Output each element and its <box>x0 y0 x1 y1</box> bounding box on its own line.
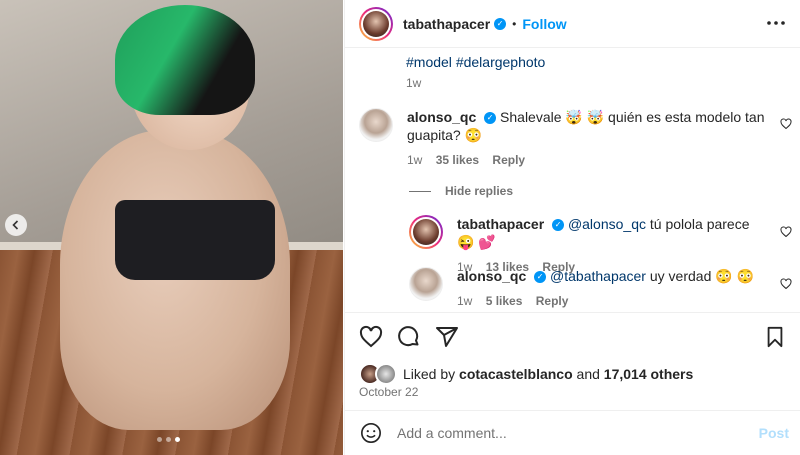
comment-icon <box>398 326 419 347</box>
hide-replies-label: Hide replies <box>445 184 514 198</box>
likes-middle: and <box>576 366 600 382</box>
emoji-button[interactable] <box>359 421 383 445</box>
photo-figure-body <box>60 130 290 430</box>
reply-likes[interactable]: 5 likes <box>486 294 523 308</box>
reply-item: alonso_qc ✓ @tabathapacer uy verdad 😳 😳 … <box>409 267 779 310</box>
post-comment-button[interactable]: Post <box>759 425 789 441</box>
verified-badge-icon: ✓ <box>552 219 565 232</box>
photo-figure-hair <box>115 5 255 115</box>
author-username[interactable]: tabathapacer <box>403 16 490 32</box>
like-reply-button[interactable] <box>780 226 792 241</box>
carousel-dot-active <box>175 437 180 442</box>
reply-text: uy verdad 😳 😳 <box>649 268 754 284</box>
reply-username[interactable]: tabathapacer <box>457 216 544 232</box>
comment-username[interactable]: alonso_qc <box>407 109 476 125</box>
reply-mention[interactable]: @tabathapacer <box>550 268 646 284</box>
share-button[interactable] <box>435 325 459 349</box>
liker-username[interactable]: cotacastelblanco <box>459 366 573 382</box>
hashtag-link[interactable]: #model <box>406 54 452 70</box>
like-reply-button[interactable] <box>780 278 792 293</box>
comment-time: 1w <box>407 153 423 167</box>
reply-button[interactable]: Reply <box>536 294 569 308</box>
heart-icon <box>780 226 792 238</box>
more-options-button[interactable] <box>765 12 787 39</box>
reply-button[interactable]: Reply <box>492 153 525 167</box>
post-date: October 22 <box>359 385 419 399</box>
caption-time: 1w <box>406 76 422 90</box>
likes-summary[interactable]: Liked by cotacastelblanco and 17,014 oth… <box>359 363 693 385</box>
comments-list[interactable]: #model #delargephoto 1w alonso_qc ✓ Shal… <box>345 48 800 311</box>
save-button[interactable] <box>763 325 787 349</box>
carousel-dot <box>166 437 171 442</box>
carousel-prev-button[interactable] <box>5 214 27 236</box>
post-actions: Liked by cotacastelblanco and 17,014 oth… <box>345 312 800 413</box>
reply-avatar[interactable] <box>409 215 443 249</box>
follow-button[interactable]: Follow <box>522 16 566 32</box>
more-icon <box>767 21 785 25</box>
heart-icon <box>780 118 792 130</box>
like-button[interactable] <box>359 325 383 349</box>
comment-button[interactable] <box>397 325 421 349</box>
post-details-panel: tabathapacer ✓ • Follow #model #delargep… <box>344 0 800 455</box>
carousel-dot <box>157 437 162 442</box>
heart-icon <box>359 325 383 348</box>
verified-badge-icon: ✓ <box>484 112 497 125</box>
like-comment-button[interactable] <box>780 118 792 133</box>
hashtag-link[interactable]: #delargephoto <box>456 54 546 70</box>
likes-others[interactable]: 17,014 others <box>604 366 694 382</box>
comment-likes[interactable]: 35 likes <box>436 153 479 167</box>
reply-avatar[interactable] <box>409 267 443 301</box>
author-avatar[interactable] <box>359 6 393 41</box>
liker-avatar <box>375 363 397 385</box>
reply-username[interactable]: alonso_qc <box>457 268 526 284</box>
chevron-left-icon <box>12 220 19 230</box>
header-separator: • <box>512 16 517 31</box>
add-comment-bar: Post <box>345 410 800 455</box>
caption-hashtags: #model #delargephoto <box>406 54 545 70</box>
post-photo[interactable] <box>0 0 343 455</box>
photo-figure-top <box>115 200 275 280</box>
verified-badge-icon: ✓ <box>494 17 507 30</box>
bookmark-icon <box>767 326 783 348</box>
hide-replies-button[interactable]: Hide replies <box>409 184 513 198</box>
reply-mention[interactable]: @alonso_qc <box>568 216 646 232</box>
send-icon <box>436 327 458 347</box>
post-header: tabathapacer ✓ • Follow <box>345 0 800 48</box>
commenter-avatar[interactable] <box>359 108 393 142</box>
reply-time: 1w <box>457 294 473 308</box>
verified-badge-icon: ✓ <box>534 271 547 284</box>
comment-item: alonso_qc ✓ Shalevale 🤯 🤯 quién es esta … <box>359 108 779 169</box>
heart-icon <box>780 278 792 290</box>
emoji-icon <box>361 423 381 443</box>
likes-prefix: Liked by <box>403 366 456 382</box>
comment-input[interactable] <box>395 424 739 442</box>
carousel-dots <box>157 437 180 442</box>
